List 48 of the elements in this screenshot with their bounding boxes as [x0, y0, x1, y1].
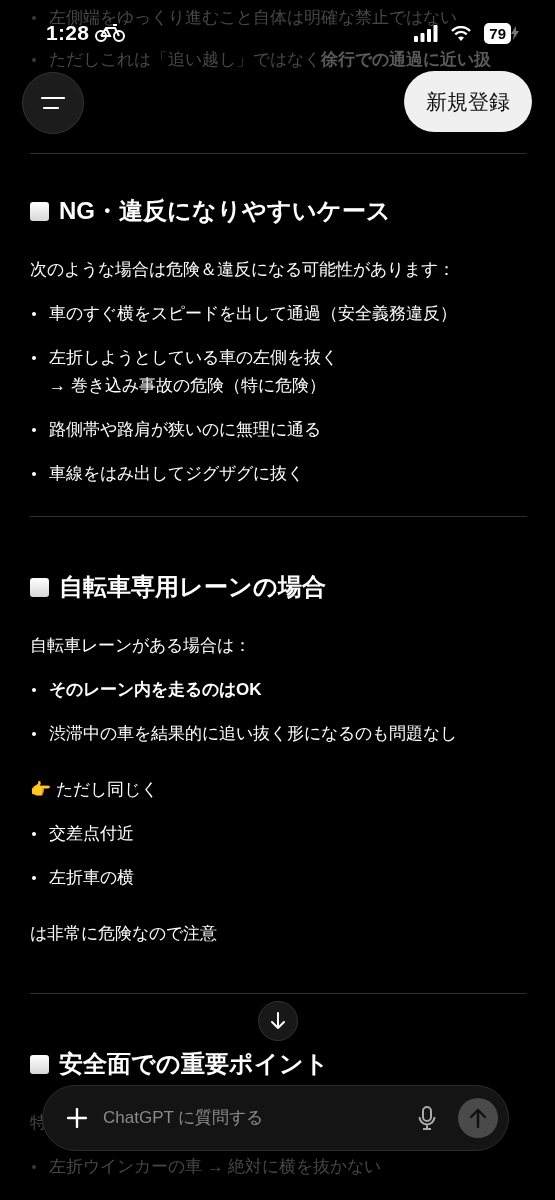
wifi-icon	[451, 25, 472, 41]
section-heading: NG・違反になりやすいケース	[59, 196, 391, 226]
add-button[interactable]	[67, 1108, 87, 1128]
bullet-icon	[32, 312, 36, 316]
bullet-icon	[32, 16, 36, 20]
list-item: そのレーン内を走るのはOK	[49, 679, 262, 701]
list-item: ただしこれは「追い越し」ではなく徐行での通過に近い扱	[49, 49, 491, 71]
list-item: 車線をはみ出してジグザグに抜く	[49, 463, 304, 485]
bullet-icon	[32, 876, 36, 880]
scroll-down-button[interactable]	[258, 1001, 298, 1041]
list-item: 交差点付近	[49, 823, 134, 845]
square-icon	[30, 201, 49, 221]
bullet-icon	[32, 832, 36, 836]
list-item: 左側端をゆっくり進むこと自体は明確な禁止ではない	[49, 7, 457, 27]
list-item: 左折車の横	[49, 867, 134, 889]
paragraph: 自転車レーンがある場合は：	[30, 635, 251, 657]
list-item: 左折しようとしている車の左側を抜く	[49, 347, 338, 369]
down-arrow-icon	[271, 1012, 285, 1030]
plus-icon	[67, 1108, 87, 1128]
signal-icon	[414, 24, 439, 42]
list-item: 車のすぐ横をスピードを出して通過（安全義務違反）	[49, 303, 457, 325]
bullet-icon	[32, 472, 36, 476]
bullet-icon	[32, 732, 36, 736]
paragraph: 次のような場合は危険＆違反になる可能性があります：	[30, 259, 455, 281]
bullet-icon	[32, 688, 36, 692]
microphone-icon	[418, 1106, 436, 1130]
list-item: 渋滞中の車を結果的に追い抜く形になるのも問題なし	[49, 723, 457, 745]
list-note: → 巻き込み事故の危険（特に危険）	[49, 375, 327, 397]
message-input[interactable]: ChatGPT に質問する	[103, 1103, 418, 1133]
section-heading: 自転車専用レーンの場合	[59, 572, 326, 602]
list-item: 路側帯や路肩が狭いのに無理に通る	[49, 419, 321, 441]
battery-indicator: 79	[484, 22, 511, 44]
menu-icon	[41, 96, 65, 110]
signup-button[interactable]: 新規登録	[404, 71, 532, 132]
list-item: 左折ウインカーの車 → 絶対に横を抜かない	[49, 1156, 382, 1178]
square-icon	[30, 577, 49, 597]
up-arrow-icon	[470, 1108, 486, 1128]
composer-bar[interactable]: ChatGPT に質問する	[42, 1085, 509, 1151]
paragraph: は非常に危険なので注意	[30, 923, 217, 945]
square-icon	[30, 1054, 49, 1074]
bullet-icon	[32, 428, 36, 432]
bullet-icon	[32, 356, 36, 360]
bicycle-icon	[95, 24, 126, 42]
bullet-icon	[32, 1165, 36, 1169]
microphone-button[interactable]	[418, 1106, 436, 1130]
section-heading: 安全面での重要ポイント	[59, 1049, 329, 1079]
paragraph: 👉 ただし同じく	[30, 779, 158, 801]
bullet-icon	[32, 58, 36, 62]
